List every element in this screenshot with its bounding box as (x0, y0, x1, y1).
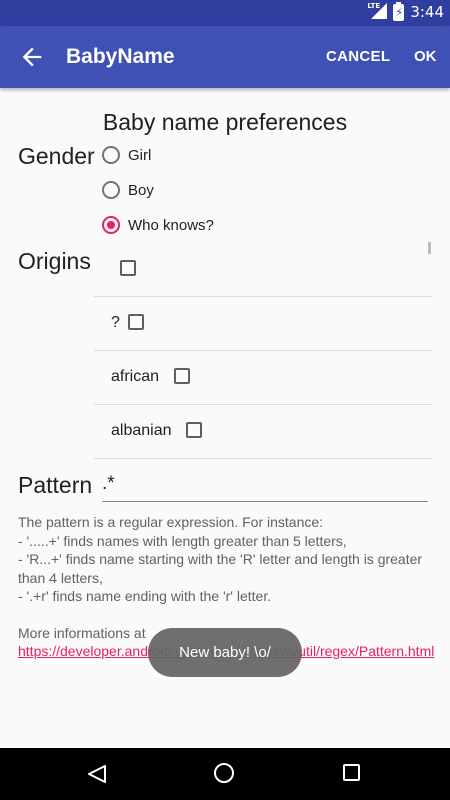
origin-checkbox[interactable] (128, 314, 144, 330)
circle-home-icon[interactable] (214, 763, 234, 783)
help-line: - '.....+' finds names with length great… (18, 532, 347, 549)
triangle-back-icon[interactable] (86, 764, 108, 784)
status-bar: LTE ⚡ 3:44 (0, 0, 450, 26)
app-bar: BabyName CANCEL OK (0, 26, 450, 88)
origin-checkbox[interactable] (186, 422, 202, 438)
network-type-label: LTE (367, 2, 381, 10)
radio-button[interactable] (102, 181, 120, 199)
origin-item-empty[interactable] (94, 242, 432, 297)
navigation-bar (0, 748, 450, 800)
radio-label: Who knows? (128, 216, 214, 234)
status-time: 3:44 (410, 3, 444, 21)
gender-option-who-knows[interactable]: Who knows? (102, 213, 214, 237)
gender-label: Gender (18, 143, 95, 169)
ok-button[interactable]: OK (414, 48, 437, 65)
radio-label: Girl (128, 146, 152, 164)
toast-message: New baby! \o/ (148, 628, 302, 677)
battery-charging-icon: ⚡ (393, 1, 405, 21)
help-line: - '.+r' finds name ending with the 'r' l… (18, 588, 272, 604)
square-recents-icon[interactable] (343, 764, 360, 781)
origin-checkbox[interactable] (120, 260, 136, 276)
origin-item-african[interactable]: african (94, 350, 432, 405)
pattern-input[interactable]: .* (102, 473, 428, 502)
app-title: BabyName (66, 45, 175, 68)
origin-label: african (111, 368, 160, 385)
gender-option-girl[interactable]: Girl (102, 143, 151, 167)
help-line: The pattern is a regular expression. For… (18, 514, 324, 530)
radio-label: Boy (128, 181, 154, 199)
origin-item-unknown[interactable]: ? (94, 296, 432, 351)
arrow-back-icon[interactable] (18, 43, 46, 71)
pattern-label: Pattern (18, 472, 93, 498)
signal-icon: LTE (367, 2, 388, 21)
cancel-button[interactable]: CANCEL (326, 48, 390, 65)
more-info-prefix: More informations at (18, 624, 146, 641)
help-line: - 'R...+' finds name starting with the '… (18, 551, 423, 586)
origin-label: albanian (111, 422, 172, 439)
origin-label: ? (111, 314, 120, 331)
radio-button-selected[interactable] (102, 216, 120, 234)
origin-item-albanian[interactable]: albanian (94, 404, 432, 459)
origin-checkbox[interactable] (174, 368, 190, 384)
radio-button[interactable] (102, 146, 120, 164)
origins-label: Origins (18, 248, 91, 274)
page-title: Baby name preferences (102, 109, 348, 135)
gender-option-boy[interactable]: Boy (102, 178, 154, 202)
